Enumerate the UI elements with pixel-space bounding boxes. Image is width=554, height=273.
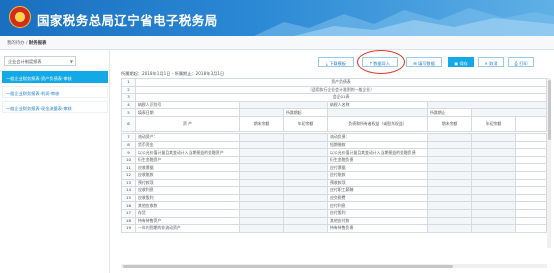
table-row: 6资 产期末余额 年初余额 负债和所有者权益（或股东权益） 期末余额 年初余额 [121, 115, 548, 132]
table-row: 14 应收利息 应付职工薪酬 [121, 186, 547, 195]
breadcrumb-text: 我的待办 / 财务报表 [7, 41, 47, 46]
tax-emblem-icon [9, 6, 31, 28]
app-header: 国家税务总局辽宁省电子税务局 [0, 0, 554, 36]
table-row: 15 应收股利 应交税费 [121, 193, 547, 203]
report-type-select[interactable]: 企业会计制度报表 ▼ [4, 56, 76, 66]
balance-sheet-items: 7 流动资产： 流动负债： 8 货币资金 短期借款 9 以公允价值计量且其变动计入当期损益的金… [121, 133, 547, 233]
chevron-down-icon: ▼ [69, 59, 73, 64]
app-title: 国家税务总局辽宁省电子税务局 [37, 13, 218, 28]
table-row: 1 资产负债表 [121, 78, 548, 87]
table-row: 3 会企01表 [121, 93, 548, 102]
table-row: 8 货币资金 短期借款 [121, 140, 547, 150]
sidebar [0, 50, 110, 273]
table-row: 4 纳税人识别号 纳税人名称 [121, 100, 548, 110]
table-row: 10 衍生金融资产 衍生金融负债 [121, 155, 547, 165]
table-row: 5 填表日期 所属期起 所属期止 [121, 108, 548, 117]
table-row: 16 其他应收款 应付利息 [121, 201, 547, 210]
fill-data-button[interactable]: ☰ 填写数据 [406, 57, 442, 67]
table-row: 17 存货 应付股利 [121, 208, 547, 218]
table-row: 7 流动资产： 流动负债： [121, 133, 547, 142]
table-row: 19 一年内到期的非流动资产 持有待售负债 [121, 224, 547, 233]
breadcrumb: 我的待办 / 财务报表 [0, 36, 554, 50]
great-wall-banner [254, 8, 554, 36]
breadcrumb-current: 财务报表 [28, 41, 47, 46]
table-row: 18 持有待售资产 其他应付款 [121, 216, 547, 226]
period-range: 所属期起：2018年1月1日 - 所属期止：2018年3月1日 [121, 71, 225, 76]
table-row: 13 预付款项 预收款项 [121, 178, 547, 188]
sidebar-item-cashflow[interactable]: 一般企业财务报表-现金流量表-审核 [2, 101, 108, 113]
table-row: 9 以公允价值计量且其变动计入当期损益的金融资产 以公允价值计量且其变动计入当期损益… [121, 148, 547, 157]
table-row: 11 应收票据 应付票据 [121, 163, 547, 172]
sidebar-item-income[interactable]: 一般企业财务报表-利润-审核 [2, 86, 108, 98]
save-button[interactable]: ▣ 保存 [448, 57, 474, 67]
balance-sheet-table: 1 资产负债表 2 （适用执行企业会计准则的一般企业） 3 会企01表 4 纳税人识别号… [121, 78, 548, 132]
highlight-annotation [357, 50, 405, 74]
cancel-button[interactable]: ✕ 取消 [478, 57, 504, 67]
vertical-scrollbar[interactable] [547, 78, 551, 248]
print-button[interactable]: ⎙ 打印 [508, 57, 534, 67]
table-row: 12 应收账款 应付账款 [121, 170, 547, 180]
download-template-button[interactable]: ⤓ 下载模板 [318, 57, 354, 67]
table-row: 2 （适用执行企业会计准则的一般企业） [121, 85, 548, 95]
horizontal-scrollbar[interactable] [121, 264, 547, 268]
breadcrumb-home[interactable]: 我的待办 [7, 41, 25, 46]
sidebar-item-balance-sheet[interactable]: 一般企业财务报表-资产负债表-审核 [2, 71, 108, 83]
